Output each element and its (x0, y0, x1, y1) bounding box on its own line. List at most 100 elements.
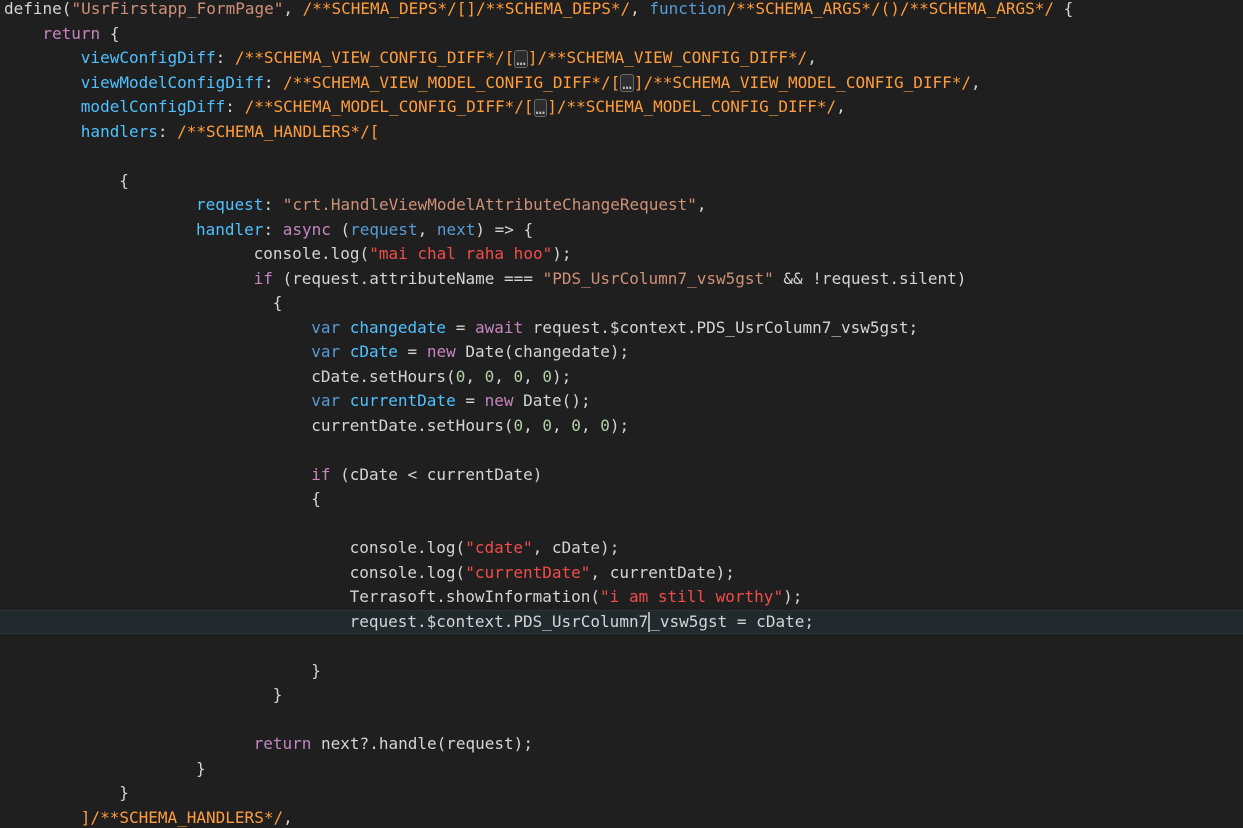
code-line[interactable]: return next?.handle(request); (0, 732, 1243, 757)
code-line[interactable] (0, 634, 1243, 659)
code-line[interactable]: console.log("cdate", cDate); (0, 536, 1243, 561)
code-line[interactable] (0, 708, 1243, 733)
code-token: /**SCHEMA_VIEW_CONFIG_DIFF*/[ (234, 48, 515, 67)
code-token: request (350, 219, 418, 239)
code-line-current[interactable]: request.$context.PDS_UsrColumn7 _vsw5gst … (0, 609, 1243, 634)
code-line[interactable] (0, 438, 1243, 463)
code-token: return (42, 23, 101, 43)
code-token: "UsrFirstapp_FormPage" (71, 0, 284, 18)
code-line[interactable]: request: "crt.HandleViewModelAttributeCh… (0, 193, 1243, 218)
code-line[interactable]: } (0, 683, 1243, 708)
code-token: ) => { (475, 219, 534, 239)
code-line[interactable]: viewModelConfigDiff: /**SCHEMA_VIEW_MODE… (0, 71, 1243, 96)
code-line[interactable] (0, 144, 1243, 169)
code-token: ]/**SCHEMA_HANDLERS*/ (80, 807, 284, 827)
code-token: modelConfigDiff (80, 97, 226, 116)
code-line[interactable]: { (0, 291, 1243, 316)
code-token: , (552, 415, 572, 435)
code-line[interactable]: define("UsrFirstapp_FormPage", /**SCHEMA… (0, 0, 1243, 22)
code-token: return (253, 734, 312, 753)
code-line[interactable]: var currentDate = new Date(); (0, 389, 1243, 414)
code-token: changedate (349, 317, 447, 337)
fold-ellipsis-button[interactable]: … (514, 49, 528, 68)
code-token: , (494, 366, 514, 386)
code-token: request.$context.PDS_UsrColumn7_vsw5gst; (523, 317, 919, 337)
code-line[interactable]: handler: async (request, next) => { (0, 218, 1243, 243)
code-token: ]/**SCHEMA_VIEW_CONFIG_DIFF*/ (527, 48, 808, 67)
code-token: /**SCHEMA_MODEL_CONFIG_DIFF*/[ (244, 97, 534, 116)
code-token: currentDate.setHours( (311, 415, 514, 435)
code-line[interactable]: } (0, 781, 1243, 806)
code-token: , (283, 807, 293, 827)
code-token: Terrasoft.showInformation( (349, 587, 601, 606)
code-token: if (311, 464, 331, 484)
code-line[interactable]: console.log("mai chal raha hoo"); (0, 242, 1243, 267)
code-line[interactable]: ]/**SCHEMA_HANDLERS*/, (0, 806, 1243, 828)
code-token: { (1053, 0, 1074, 18)
code-token: cDate.setHours( (311, 366, 456, 386)
code-editor[interactable]: define("UsrFirstapp_FormPage", /**SCHEMA… (0, 0, 1243, 828)
code-token: "PDS_UsrColumn7_vsw5gst" (542, 268, 774, 288)
code-line[interactable]: handlers: /**SCHEMA_HANDLERS*/[ (0, 120, 1243, 145)
code-token: async (282, 219, 331, 239)
code-token: 0 (455, 366, 466, 386)
code-token: , (465, 366, 485, 386)
code-token: (cDate < currentDate) (330, 464, 543, 484)
code-token: "cdate" (465, 538, 533, 557)
code-token: 0 (542, 366, 553, 386)
code-token: , (417, 219, 437, 239)
code-token: = (446, 317, 475, 337)
code-token: handlers (80, 121, 158, 141)
code-token: : (263, 195, 283, 214)
code-line[interactable]: { (0, 169, 1243, 194)
code-token: 0 (542, 415, 553, 435)
code-token: next?.handle(request); (311, 734, 533, 753)
code-token: , (523, 415, 543, 435)
code-token: request.$context.PDS_UsrColumn7 (349, 611, 649, 631)
code-token: ); (609, 415, 630, 435)
code-token: console.log( (349, 538, 466, 557)
code-line[interactable] (0, 512, 1243, 537)
code-token: new (426, 342, 456, 361)
code-token: console.log( (349, 562, 466, 582)
code-token: } (272, 685, 283, 704)
code-token: 0 (513, 415, 524, 435)
code-line[interactable]: var changedate = await request.$context.… (0, 316, 1243, 341)
code-token: { (100, 23, 120, 43)
code-line[interactable]: var cDate = new Date(changedate); (0, 340, 1243, 365)
code-line[interactable]: currentDate.setHours(0, 0, 0, 0); (0, 414, 1243, 439)
code-token: , (971, 72, 981, 92)
code-token: if (253, 268, 273, 288)
code-line[interactable]: cDate.setHours(0, 0, 0, 0); (0, 365, 1243, 390)
code-line[interactable]: } (0, 659, 1243, 684)
code-line[interactable]: Terrasoft.showInformation("i am still wo… (0, 585, 1243, 610)
code-line[interactable]: if (cDate < currentDate) (0, 463, 1243, 488)
code-token: , (836, 97, 846, 116)
code-token: 0 (600, 415, 610, 435)
code-line[interactable]: modelConfigDiff: /**SCHEMA_MODEL_CONFIG_… (0, 95, 1243, 120)
code-token: viewModelConfigDiff (80, 72, 264, 92)
code-line[interactable]: } (0, 757, 1243, 782)
code-line[interactable]: return { (0, 22, 1243, 47)
code-token: /**SCHEMA_DEPS*/[]/**SCHEMA_DEPS*/ (302, 0, 631, 18)
code-token: = (397, 342, 427, 361)
code-line[interactable]: viewConfigDiff: /**SCHEMA_VIEW_CONFIG_DI… (0, 46, 1243, 71)
code-token: "i am still worthy" (600, 587, 784, 606)
code-token: , cDate); (532, 538, 620, 557)
code-token: : (263, 219, 283, 239)
code-token: define( (4, 0, 72, 18)
code-token: = (455, 391, 485, 410)
code-token: , (630, 0, 650, 18)
code-line[interactable]: if (request.attributeName === "PDS_UsrCo… (0, 267, 1243, 292)
code-line[interactable]: { (0, 487, 1243, 512)
code-token: ); (552, 244, 572, 263)
code-line[interactable]: console.log("currentDate", currentDate); (0, 561, 1243, 586)
fold-ellipsis-button[interactable]: … (620, 74, 634, 93)
fold-ellipsis-button[interactable]: … (533, 98, 548, 117)
code-token: var (311, 391, 341, 410)
code-token: ); (552, 366, 572, 386)
code-token: function (649, 0, 727, 18)
